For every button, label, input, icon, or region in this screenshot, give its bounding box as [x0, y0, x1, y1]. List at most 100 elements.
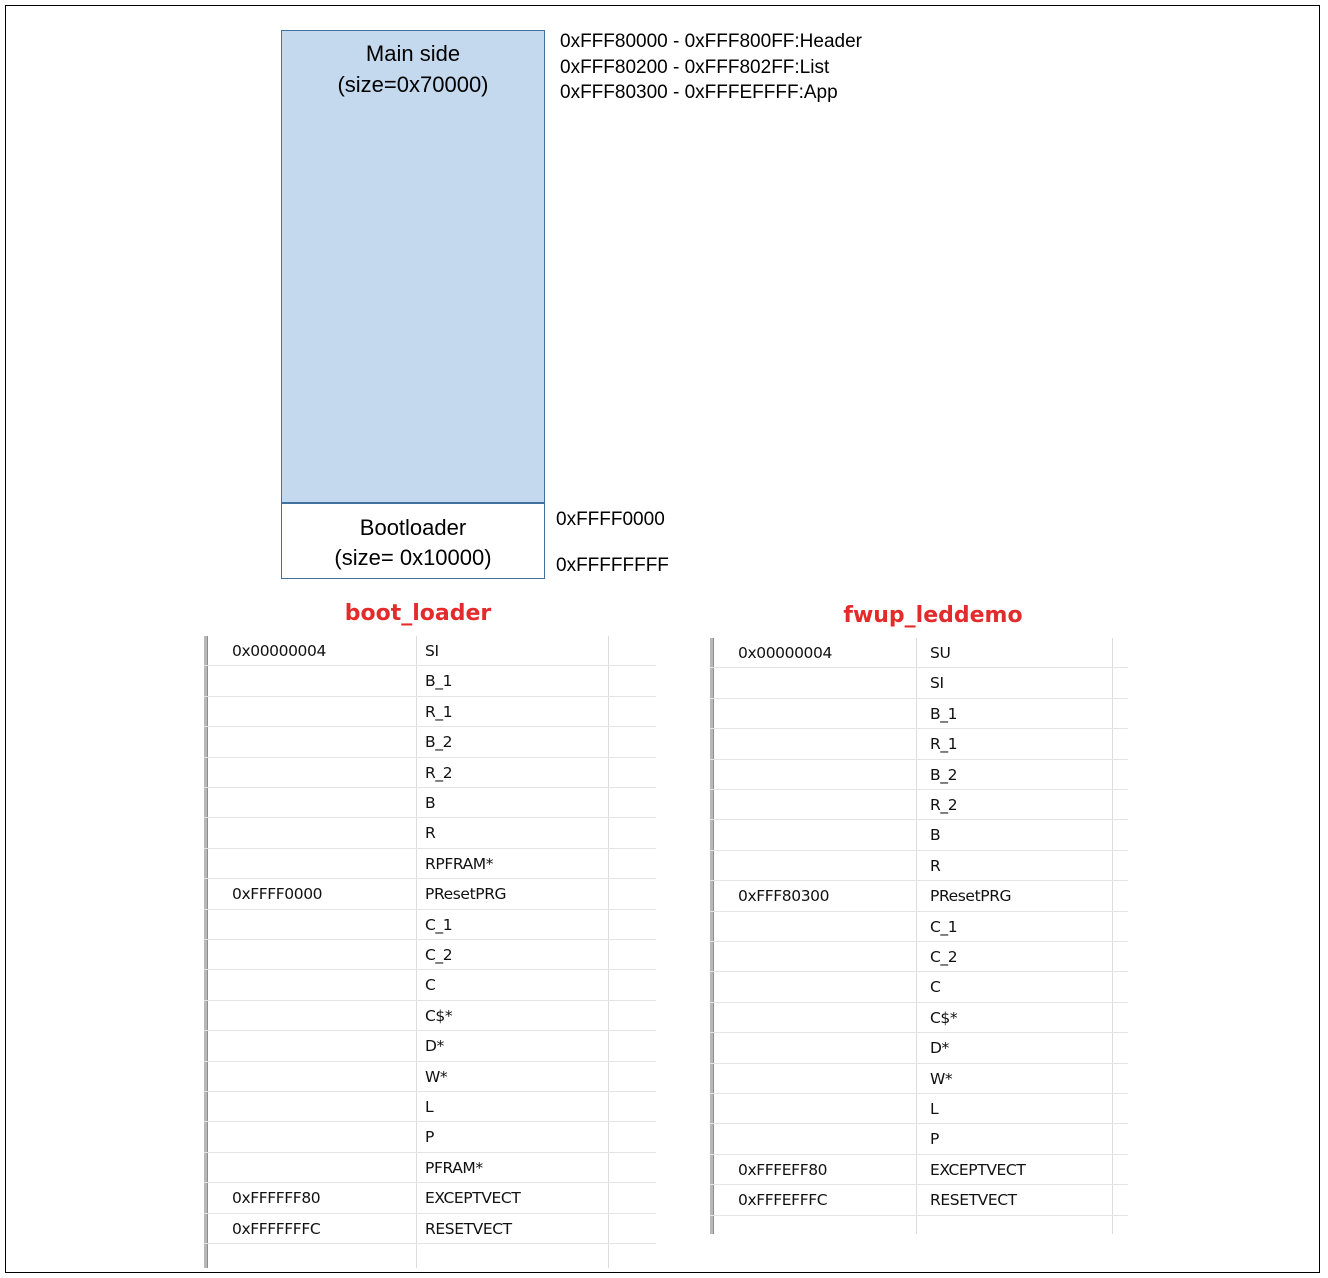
row-section-name: SI: [930, 674, 944, 693]
row-section-name: C$*: [930, 1008, 958, 1027]
row-section-name: R_2: [425, 763, 453, 782]
bootloader-label: Bootloader: [359, 515, 467, 540]
table-row: RPFRAM*: [204, 849, 656, 880]
main-address-header: 0xFFF80000 - 0xFFF800FF:Header: [560, 31, 862, 52]
table-row: 0x00000004 SU: [710, 638, 1128, 669]
row-section-name: R: [930, 856, 941, 875]
table-row: 0x00000004 SI: [204, 636, 656, 667]
row-address: 0xFFFFFF80: [232, 1189, 321, 1208]
table-row: C_1: [204, 910, 656, 940]
table-row: C_2: [204, 940, 656, 971]
boot-start-address: 0xFFFF0000: [556, 509, 665, 530]
row-section-name: B: [425, 794, 436, 812]
table-row: 0xFFFEFFFC RESETVECT: [710, 1185, 1128, 1216]
row-section-name: SU: [930, 644, 951, 662]
row-section-name: B: [930, 826, 941, 845]
row-address: 0x00000004: [232, 642, 326, 660]
table-row: C$*: [204, 1001, 656, 1032]
table-row: P: [204, 1122, 656, 1153]
table-row: C_2: [710, 942, 1128, 973]
row-section-name: L: [930, 1100, 939, 1118]
row-section-name: C_1: [425, 915, 453, 934]
table-row: B_1: [204, 666, 656, 697]
main-address-list: 0xFFF80000 - 0xFFF800FF:Header 0xFFF8020…: [560, 29, 862, 106]
table-row: B_2: [204, 727, 656, 758]
table-row: R_2: [204, 758, 656, 788]
row-section-name: EXCEPTVECT: [425, 1189, 521, 1208]
table-row: R_2: [710, 790, 1128, 821]
table-row: C: [710, 972, 1128, 1003]
table-row: W*: [204, 1062, 656, 1092]
table-row: W*: [710, 1064, 1128, 1094]
fwup-leddemo-section-table: 0x00000004 SU SI B_1 R_1 B_2 R_2 B R 0xFFF80300 PR…: [710, 638, 1128, 1234]
table-row: SI: [710, 668, 1128, 699]
row-section-name: R: [425, 824, 436, 843]
boot-loader-title: boot_loader: [344, 601, 492, 626]
table-row: R_1: [204, 697, 656, 728]
table-row: C_1: [710, 912, 1128, 942]
boot-loader-section-table: 0x00000004 SI B_1 R_1 B_2 R_2 B R RPFRAM* 0xFFFF0…: [204, 636, 656, 1268]
table-row: P: [710, 1124, 1128, 1155]
row-address: 0x00000004: [738, 644, 832, 662]
main-side-size: (size=0x70000): [337, 72, 489, 97]
main-address-app: 0xFFF80300 - 0xFFFEFFFF:App: [560, 82, 838, 103]
fwup-leddemo-title: fwup_leddemo: [843, 603, 1023, 628]
table-row: L: [710, 1094, 1128, 1125]
row-section-name: P: [425, 1128, 434, 1147]
main-side-label: Main side: [365, 41, 461, 66]
table-row: L: [204, 1092, 656, 1123]
table-row: C: [204, 970, 656, 1001]
row-section-name: W*: [930, 1069, 953, 1088]
table-row: 0xFFFEFF80 EXCEPTVECT: [710, 1155, 1128, 1186]
row-section-name: C: [425, 976, 436, 995]
table-row: B: [710, 820, 1128, 851]
table-row: R: [710, 851, 1128, 882]
table-row: D*: [710, 1033, 1128, 1064]
table-row: 0xFFFFFFFC RESETVECT: [204, 1214, 656, 1244]
row-section-name: R_2: [930, 796, 958, 814]
row-address: 0xFFFFFFFC: [232, 1219, 321, 1238]
row-section-name: P: [930, 1130, 939, 1149]
row-section-name: R_1: [930, 735, 958, 754]
row-section-name: B_1: [425, 672, 453, 691]
row-section-name: C_2: [425, 946, 453, 964]
row-section-name: RESETVECT: [425, 1219, 512, 1238]
table-row: 0xFFFF0000 PResetPRG: [204, 879, 656, 910]
table-row: D*: [204, 1031, 656, 1062]
row-section-name: C$*: [425, 1006, 453, 1025]
table-row: R_1: [710, 729, 1128, 760]
row-address: 0xFFFEFFFC: [738, 1191, 828, 1210]
table-row: 0xFFFFFF80 EXCEPTVECT: [204, 1183, 656, 1214]
main-address-list-range: 0xFFF80200 - 0xFFF802FF:List: [560, 56, 830, 78]
table-row: PFRAM*: [204, 1153, 656, 1184]
row-section-name: PResetPRG: [425, 885, 507, 904]
row-section-name: D*: [425, 1037, 444, 1056]
row-address: 0xFFFF0000: [232, 885, 323, 904]
table-row: B_2: [710, 760, 1128, 790]
table-row: R: [204, 818, 656, 849]
row-section-name: PResetPRG: [930, 887, 1012, 906]
table-row: B: [204, 788, 656, 819]
row-section-name: C_2: [930, 948, 958, 966]
row-section-name: D*: [930, 1039, 949, 1058]
row-section-name: B_2: [425, 733, 453, 752]
table-row: 0xFFF80300 PResetPRG: [710, 881, 1128, 912]
row-section-name: RPFRAM*: [425, 854, 494, 873]
row-section-name: SI: [425, 642, 439, 660]
row-section-name: R_1: [425, 702, 453, 721]
main-side-region: Main side (size=0x70000): [281, 30, 545, 503]
bootloader-region: Bootloader (size= 0x10000): [281, 503, 545, 579]
row-section-name: RESETVECT: [930, 1191, 1017, 1210]
row-section-name: B_2: [930, 765, 958, 784]
boot-end-address: 0xFFFFFFFF: [556, 555, 669, 576]
table-row: C$*: [710, 1003, 1128, 1034]
row-section-name: B_1: [930, 704, 958, 723]
row-section-name: C_1: [930, 917, 958, 936]
row-section-name: L: [425, 1098, 434, 1116]
row-address: 0xFFF80300: [738, 887, 830, 906]
row-section-name: W*: [425, 1067, 448, 1086]
row-section-name: C: [930, 978, 941, 997]
row-address: 0xFFFEFF80: [738, 1160, 828, 1179]
table-row: B_1: [710, 699, 1128, 730]
row-section-name: EXCEPTVECT: [930, 1160, 1026, 1179]
